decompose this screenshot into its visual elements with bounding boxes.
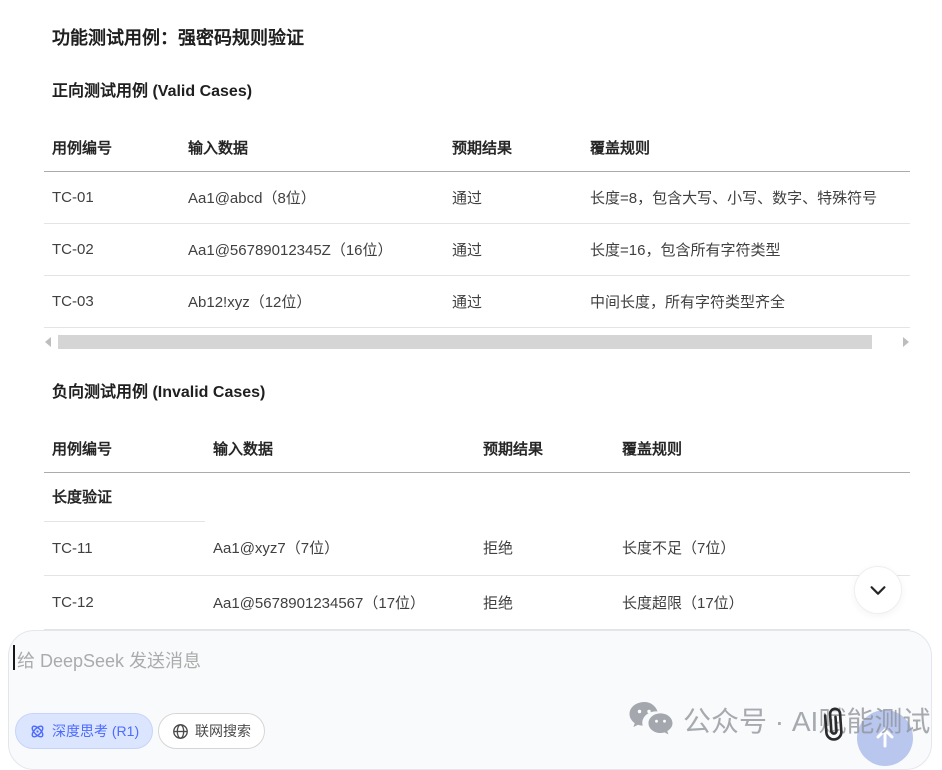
coverage-rule-cell: 中间长度，所有字符类型齐全 xyxy=(582,275,910,327)
paperclip-icon xyxy=(816,705,850,749)
invalid-cases-table: 用例编号 输入数据 预期结果 覆盖规则 长度验证 TC-11 Aa1@xyz7（… xyxy=(44,426,910,630)
page-title: 功能测试用例：强密码规则验证 xyxy=(52,24,304,50)
case-id-cell: TC-03 xyxy=(44,275,180,327)
case-id-cell: TC-12 xyxy=(44,575,205,629)
deep-think-label: 深度思考 (R1) xyxy=(52,721,139,741)
web-search-label: 联网搜索 xyxy=(195,721,251,741)
expected-result-cell: 拒绝 xyxy=(475,575,614,629)
table-row: TC-02 Aa1@56789012345Z（16位） 通过 长度=16，包含所… xyxy=(44,223,910,275)
coverage-rule-cell: 长度不足（7位） xyxy=(614,521,910,575)
horizontal-scrollbar[interactable] xyxy=(44,334,910,350)
input-data-cell: Aa1@xyz7（7位） xyxy=(205,521,475,575)
table-row: TC-11 Aa1@xyz7（7位） 拒绝 长度不足（7位） xyxy=(44,521,910,575)
deep-think-button[interactable]: 深度思考 (R1) xyxy=(15,713,153,749)
table-header-row: 用例编号 输入数据 预期结果 覆盖规则 xyxy=(44,125,910,171)
valid-cases-table-container: 用例编号 输入数据 预期结果 覆盖规则 TC-01 Aa1@abcd（8位） 通… xyxy=(44,125,910,332)
globe-icon xyxy=(172,723,189,740)
subgroup-row-length-validation: 长度验证 xyxy=(44,472,910,521)
table-row: TC-01 Aa1@abcd（8位） 通过 长度=8，包含大写、小写、数字、特殊… xyxy=(44,171,910,223)
atom-icon xyxy=(29,723,46,740)
valid-cases-table: 用例编号 输入数据 预期结果 覆盖规则 TC-01 Aa1@abcd（8位） 通… xyxy=(44,125,910,328)
input-data-cell: Ab12!xyz（12位） xyxy=(180,275,444,327)
horizontal-scrollbar-thumb[interactable] xyxy=(58,335,872,349)
column-header-rule: 覆盖规则 xyxy=(614,426,910,472)
column-header-expected: 预期结果 xyxy=(475,426,614,472)
web-search-button[interactable]: 联网搜索 xyxy=(158,713,265,749)
table-row: TC-12 Aa1@5678901234567（17位） 拒绝 长度超限（17位… xyxy=(44,575,910,629)
input-data-cell: Aa1@5678901234567（17位） xyxy=(205,575,475,629)
expected-result-cell: 通过 xyxy=(444,223,582,275)
input-data-cell: Aa1@56789012345Z（16位） xyxy=(180,223,444,275)
text-cursor xyxy=(13,645,15,670)
expected-result-cell: 通过 xyxy=(444,171,582,223)
column-header-input: 输入数据 xyxy=(205,426,475,472)
column-header-rule: 覆盖规则 xyxy=(582,125,910,171)
subgroup-label: 长度验证 xyxy=(44,472,205,521)
expected-result-cell: 拒绝 xyxy=(475,521,614,575)
table-header-row: 用例编号 输入数据 预期结果 覆盖规则 xyxy=(44,426,910,472)
invalid-cases-table-container: 用例编号 输入数据 预期结果 覆盖规则 长度验证 TC-11 Aa1@xyz7（… xyxy=(44,426,910,634)
scroll-left-arrow-icon[interactable] xyxy=(45,337,51,347)
case-id-cell: TC-02 xyxy=(44,223,180,275)
expected-result-cell: 通过 xyxy=(444,275,582,327)
scroll-right-arrow-icon[interactable] xyxy=(903,337,909,347)
column-header-case-id: 用例编号 xyxy=(44,125,180,171)
column-header-case-id: 用例编号 xyxy=(44,426,205,472)
chevron-down-icon xyxy=(867,579,889,601)
coverage-rule-cell: 长度=16，包含所有字符类型 xyxy=(582,223,910,275)
case-id-cell: TC-11 xyxy=(44,521,205,575)
table-row: TC-03 Ab12!xyz（12位） 通过 中间长度，所有字符类型齐全 xyxy=(44,275,910,327)
scroll-to-bottom-button[interactable] xyxy=(854,566,902,614)
attach-file-button[interactable] xyxy=(816,705,850,754)
invalid-cases-heading: 负向测试用例 (Invalid Cases) xyxy=(52,378,265,402)
case-id-cell: TC-01 xyxy=(44,171,180,223)
column-header-expected: 预期结果 xyxy=(444,125,582,171)
arrow-up-icon xyxy=(873,726,897,750)
column-header-input: 输入数据 xyxy=(180,125,444,171)
send-button[interactable] xyxy=(857,710,913,766)
coverage-rule-cell: 长度=8，包含大写、小写、数字、特殊符号 xyxy=(582,171,910,223)
valid-cases-heading: 正向测试用例 (Valid Cases) xyxy=(52,77,252,101)
message-input[interactable]: 给 DeepSeek 发送消息 xyxy=(17,647,201,673)
input-data-cell: Aa1@abcd（8位） xyxy=(180,171,444,223)
message-composer: 给 DeepSeek 发送消息 深度思考 (R1) 联网搜索 xyxy=(8,630,932,770)
